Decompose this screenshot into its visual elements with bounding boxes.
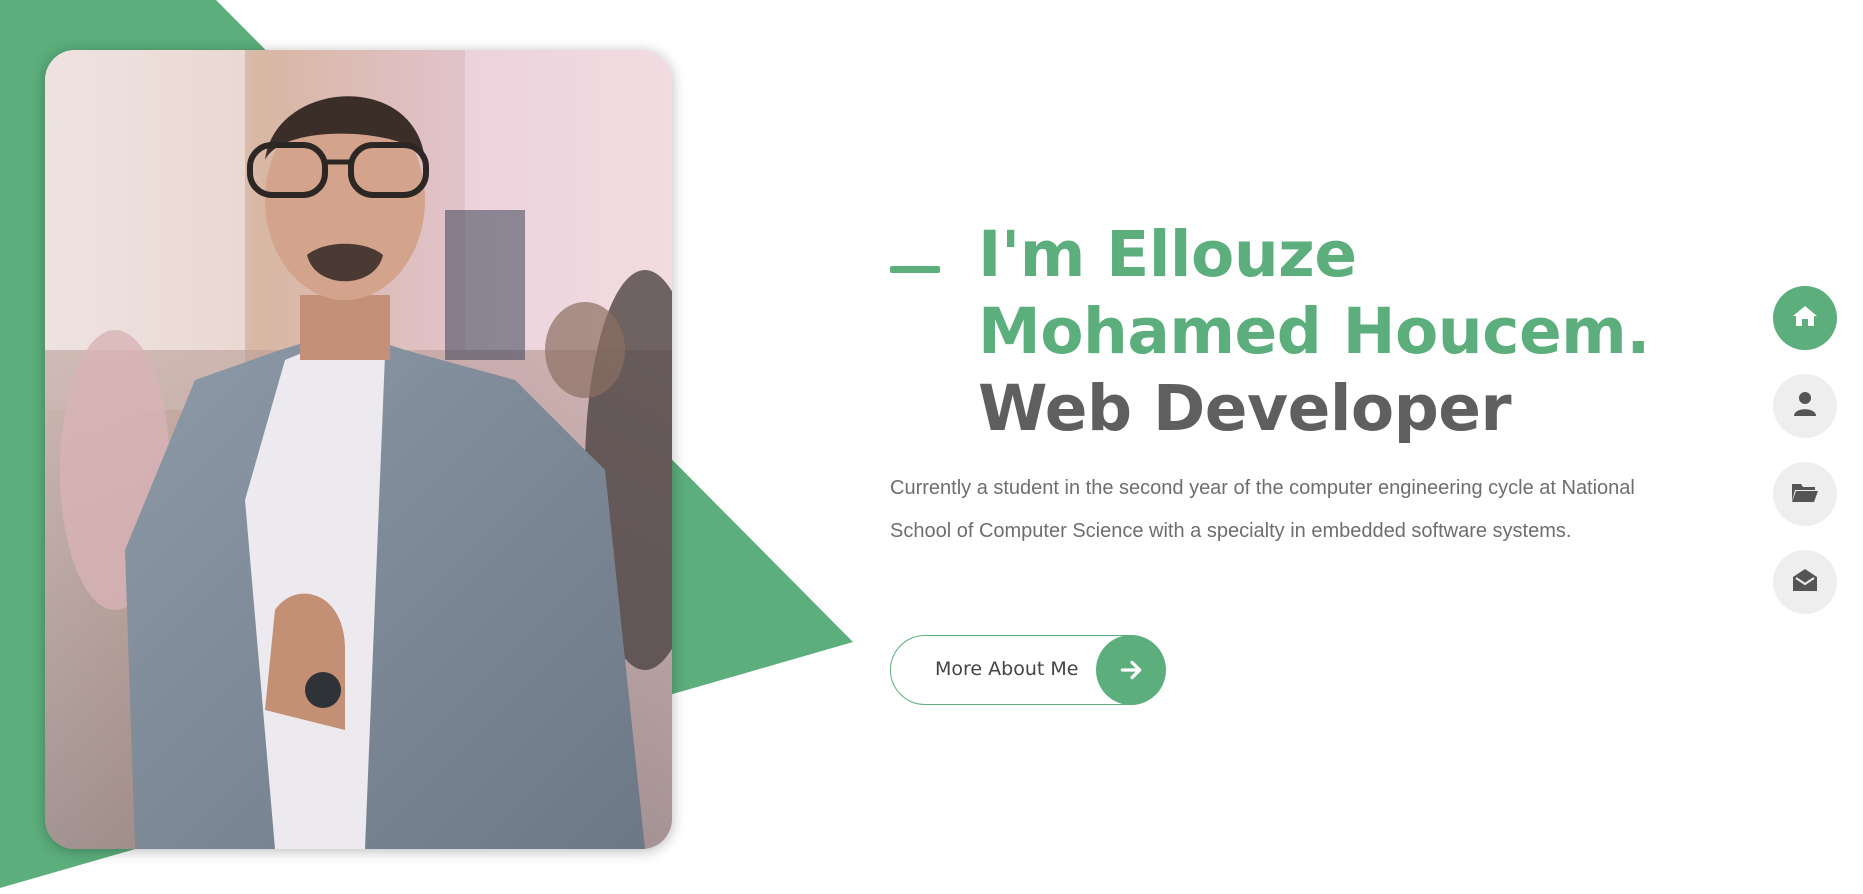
- folder-open-icon: [1791, 481, 1819, 507]
- nav-home-button[interactable]: [1773, 286, 1837, 350]
- nav-about-button[interactable]: [1773, 374, 1837, 438]
- user-icon: [1793, 391, 1817, 421]
- arrow-right-icon: [1095, 634, 1166, 705]
- nav-contact-button[interactable]: [1773, 550, 1837, 614]
- more-about-me-button[interactable]: More About Me: [890, 634, 1166, 705]
- profile-photo: [45, 50, 672, 849]
- envelope-open-icon: [1792, 567, 1818, 597]
- hero-description: Currently a student in the second year o…: [890, 477, 1635, 542]
- home-page: I'm Ellouze Mohamed Houcem. Web Develope…: [0, 0, 1863, 894]
- home-icon: [1792, 304, 1818, 332]
- more-about-me-label: More About Me: [935, 658, 1079, 680]
- hero-heading-block: I'm Ellouze Mohamed Houcem. Web Develope…: [890, 216, 1650, 447]
- accent-dash: [890, 266, 940, 273]
- nav-portfolio-button[interactable]: [1773, 462, 1837, 526]
- title-line-role: Web Developer: [978, 372, 1512, 445]
- title-line-name-first: I'm Ellouze: [978, 218, 1357, 291]
- title-line-name-last: Mohamed Houcem.: [978, 295, 1650, 368]
- hero-title: I'm Ellouze Mohamed Houcem. Web Develope…: [978, 216, 1650, 447]
